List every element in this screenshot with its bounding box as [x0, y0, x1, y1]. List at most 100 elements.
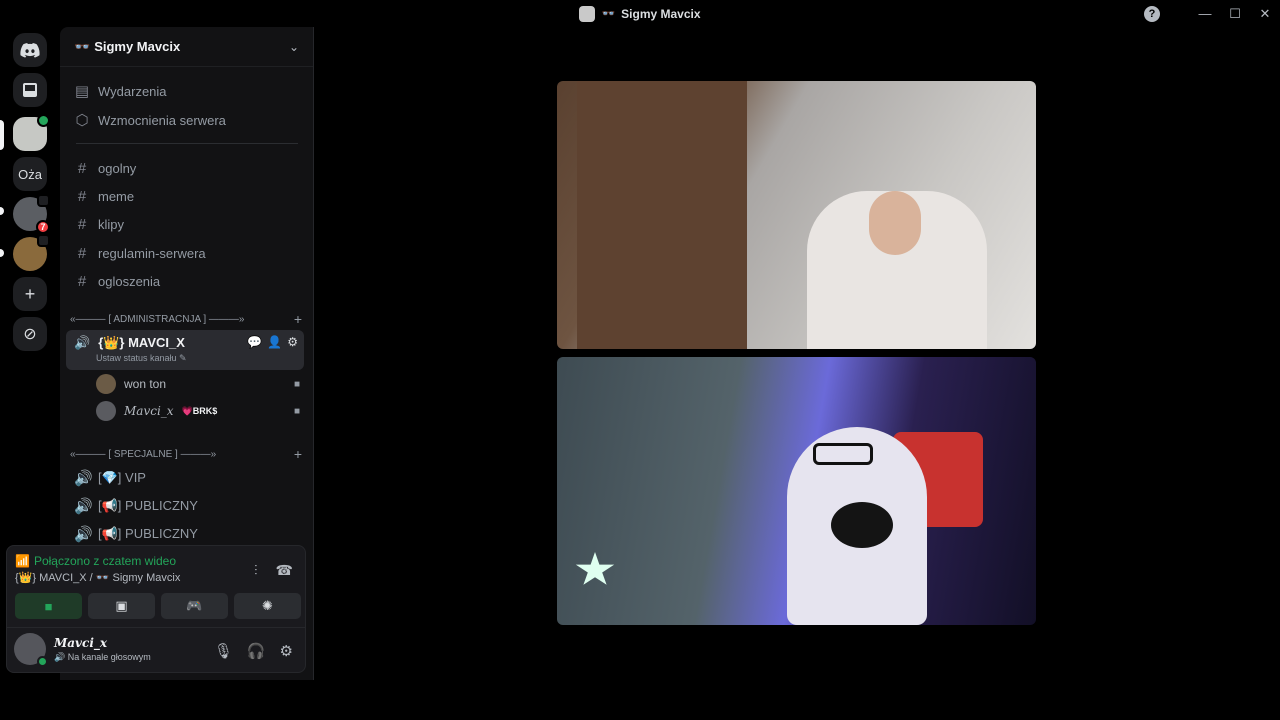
connection-status[interactable]: 📶 Połączono z czatem wideo [15, 554, 180, 568]
avatar [96, 374, 116, 394]
channel-label: regulamin-serwera [98, 245, 206, 261]
category-label: «——— [ ADMINISTRACNJA ] ———» [70, 313, 245, 325]
channel-label: [💎] VIP [98, 470, 146, 485]
discover-button[interactable]: ⊘ [13, 317, 47, 351]
camera-toggle-button[interactable]: ■ [15, 593, 82, 619]
signal-icon: 📶 [15, 554, 30, 568]
maximize-button[interactable]: ☐ [1220, 6, 1250, 22]
member-tag: 💗BRK$ [181, 405, 218, 416]
channel-label: meme [98, 188, 135, 204]
add-channel-icon[interactable]: + [294, 311, 302, 327]
gamepad-icon: 🎮 [186, 598, 203, 613]
server-avatar-1[interactable]: 7 [13, 194, 50, 234]
video-frame-content [831, 502, 893, 548]
video-tile-1[interactable] [557, 81, 1036, 349]
events-link[interactable]: ▤ Wydarzenia [68, 78, 306, 104]
category-administracja[interactable]: «——— [ ADMINISTRACNJA ] ———» + [70, 311, 302, 327]
invite-icon[interactable]: 👤 [267, 335, 282, 349]
hash-icon: # [77, 272, 87, 290]
screen-share-icon: ▣ [115, 598, 128, 613]
voice-activity-icon-2 [37, 234, 50, 247]
boost-shield-icon: ⬡ [75, 112, 89, 129]
server-sigmy-mavcix[interactable] [13, 114, 50, 151]
camera-icon: ■ [293, 405, 300, 417]
window-controls: ? — ☐ ✕ [1144, 0, 1280, 27]
gear-icon[interactable]: ⚙ [280, 642, 293, 660]
unread-pill [0, 207, 4, 215]
channel-label: [📢] PUBLICZNY [98, 498, 198, 513]
member-name: 𝑀𝑎𝑣𝑐𝑖_𝑥 [124, 404, 174, 418]
window-title-text: Sigmy Mavcix [621, 6, 701, 21]
video-frame-content [869, 191, 921, 255]
activities-button[interactable]: 🎮 [161, 593, 228, 619]
add-server-button[interactable]: + [13, 277, 47, 311]
soundboard-button[interactable]: ✺ [234, 593, 301, 619]
voice-channel-active[interactable]: 🔊 {👑} MAVCI_X Ustaw status kanału ✎ 💬 👤 … [66, 330, 304, 370]
chat-icon[interactable]: 💬 [247, 335, 262, 349]
camera-icon: ■ [44, 598, 53, 614]
server-oza[interactable]: Oża [13, 157, 47, 191]
calendar-icon: ▤ [74, 83, 90, 100]
channel-ogloszenia[interactable]: # ogloszenia [68, 268, 306, 294]
category-specjalne[interactable]: «——— [ SPECJALNE ] ———» + [70, 446, 302, 462]
voice-member-mavci-x[interactable]: 𝑀𝑎𝑣𝑐𝑖_𝑥 💗BRK$ ■ [96, 399, 300, 423]
channel-label: klipy [98, 216, 125, 232]
screen-share-button[interactable]: ▣ [88, 593, 155, 619]
video-frame-content [813, 443, 873, 465]
voice-connection-panel: 📶 Połączono z czatem wideo {👑} MAVCI_X /… [6, 545, 306, 673]
panel-divider [7, 627, 305, 628]
video-tile-2[interactable] [557, 357, 1036, 625]
online-status-dot [37, 656, 48, 667]
server-thumbnail-icon [579, 5, 596, 22]
soundboard-icon: ✺ [262, 598, 273, 613]
video-activity-icon [37, 114, 50, 127]
voice-channel-vip[interactable]: 🔊 [💎] VIP [68, 465, 306, 491]
disconnect-icon[interactable]: ☎ [276, 562, 293, 579]
minimize-button[interactable]: — [1190, 6, 1220, 21]
add-channel-icon[interactable]: + [294, 446, 302, 462]
chevron-down-icon: ⌄ [288, 39, 299, 54]
discord-home-button[interactable] [13, 33, 47, 67]
channel-status-hint[interactable]: Ustaw status kanału ✎ [66, 353, 304, 364]
microphone-icon[interactable]: 🎙 [214, 642, 233, 660]
server-avatar-2[interactable] [13, 234, 50, 271]
speaker-icon: 🔊 [74, 498, 93, 515]
unread-pill-2 [0, 249, 4, 257]
user-name: 𝑴𝒂𝒗𝒄𝒊_𝒙 [54, 635, 108, 650]
channel-klipy[interactable]: # klipy [68, 211, 306, 237]
server-header[interactable]: 👓 Sigmy Mavcix ⌄ [60, 27, 313, 67]
channel-label: ogolny [98, 160, 137, 176]
gear-icon[interactable]: ⚙ [287, 335, 298, 349]
close-button[interactable]: ✕ [1250, 6, 1280, 22]
mention-badge: 7 [36, 220, 50, 234]
title-bar: 👓 Sigmy Mavcix ? — ☐ ✕ [0, 0, 1280, 27]
channel-regulamin-serwera[interactable]: # regulamin-serwera [68, 240, 306, 266]
voice-channel-publiczny-1[interactable]: 🔊 [📢] PUBLICZNY [68, 493, 306, 519]
server-boosts-link[interactable]: ⬡ Wzmocnienia serwera [68, 107, 306, 133]
avatar [14, 633, 48, 667]
headphones-icon[interactable]: 🎧 [247, 642, 266, 660]
channel-label: ogloszenia [98, 273, 161, 289]
window-title: 👓 Sigmy Mavcix [579, 5, 701, 22]
help-icon[interactable]: ? [1144, 5, 1160, 22]
connection-location[interactable]: {👑} MAVCI_X / 👓 Sigmy Mavcix [15, 571, 180, 584]
voice-channel-publiczny-2[interactable]: 🔊 [📢] PUBLICZNY [68, 521, 306, 547]
video-frame-content [577, 81, 747, 349]
voice-member-won-ton[interactable]: won ton ■ [96, 372, 300, 396]
category-label: «——— [ SPECJALNE ] ———» [70, 448, 217, 460]
discord-logo-icon [20, 42, 40, 58]
noise-suppression-icon[interactable]: ⫶ [254, 562, 258, 579]
boosts-label: Wzmocnienia serwera [98, 112, 226, 128]
channel-meme[interactable]: # meme [68, 183, 306, 209]
server-name: 👓 Sigmy Mavcix [74, 39, 180, 55]
hash-icon: # [77, 215, 87, 233]
video-stage [314, 27, 1280, 720]
server-emoji: 👓 [74, 38, 91, 54]
user-area[interactable]: 𝑴𝒂𝒗𝒄𝒊_𝒙 🔊 Na kanale głosowym [14, 633, 151, 667]
channel-ogolny[interactable]: # ogolny [68, 155, 306, 181]
hash-icon: # [77, 187, 87, 205]
inbox-button[interactable] [13, 73, 47, 107]
inbox-icon [23, 83, 37, 97]
voice-activity-icon [37, 194, 50, 207]
title-emoji: 👓 [601, 8, 616, 20]
